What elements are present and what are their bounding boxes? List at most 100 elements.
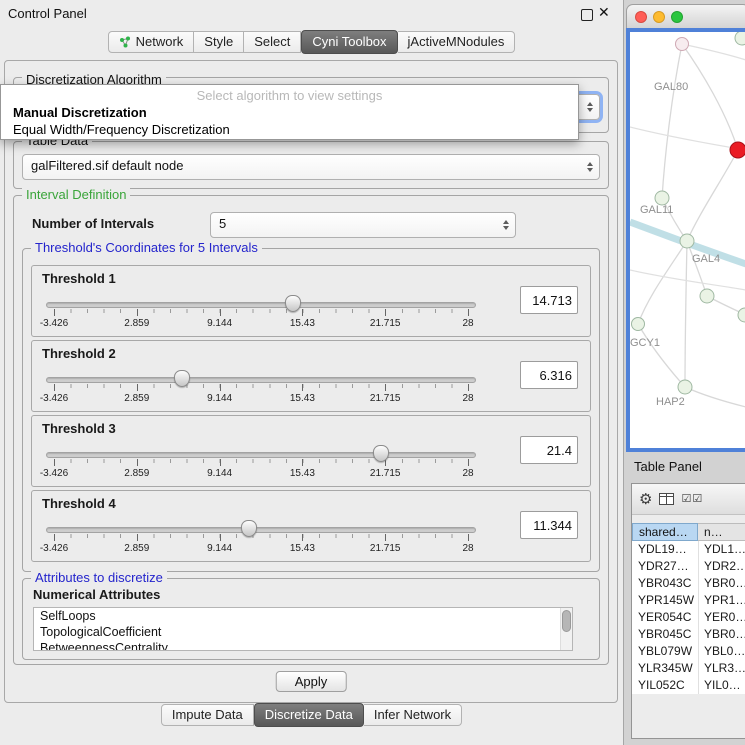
network-node[interactable] xyxy=(655,191,669,205)
columns-icon[interactable] xyxy=(659,493,674,505)
network-node[interactable] xyxy=(632,318,645,331)
table-cell-shared-name: YBR043C xyxy=(632,575,698,592)
stepper-icon[interactable] xyxy=(581,96,598,118)
scale-label: 15.43 xyxy=(290,318,315,329)
node-label: GCY1 xyxy=(630,337,660,349)
scrollbar[interactable] xyxy=(560,608,572,650)
menu-item-manual-discretization[interactable]: Manual Discretization xyxy=(1,104,578,121)
threshold-slider[interactable]: -3.4262.8599.14415.4321.71528 xyxy=(46,519,476,559)
threshold-value-input[interactable] xyxy=(520,436,578,464)
network-edge[interactable] xyxy=(630,270,745,290)
network-node[interactable] xyxy=(678,380,692,394)
network-edge[interactable] xyxy=(687,150,738,241)
scale-label: -3.426 xyxy=(40,318,68,329)
close-traffic-light-icon[interactable] xyxy=(635,11,647,23)
select-columns-icons[interactable]: ☑☑ xyxy=(681,494,703,505)
threshold-slider[interactable]: -3.4262.8599.14415.4321.71528 xyxy=(46,444,476,484)
node-label: GAL80 xyxy=(654,81,688,93)
tab-discretize-data[interactable]: Discretize Data xyxy=(254,703,364,727)
threshold-value-input[interactable] xyxy=(520,511,578,539)
table-cell-name: YBR0… xyxy=(698,626,745,643)
table-row[interactable]: YBR045CYBR0… xyxy=(632,626,745,643)
table-row[interactable]: YBL079WYBL0… xyxy=(632,643,745,660)
table-row[interactable]: YLR345WYLR3… xyxy=(632,660,745,677)
close-icon[interactable]: ✕ xyxy=(598,4,610,21)
slider-scale: -3.4262.8599.14415.4321.71528 xyxy=(54,543,468,555)
network-graph: GAL80 GAL11 GAL4 GCY1 HAP2 xyxy=(630,32,745,448)
network-node[interactable] xyxy=(676,38,689,51)
network-node[interactable] xyxy=(680,234,694,248)
list-item[interactable]: SelfLoops xyxy=(34,608,572,624)
list-item[interactable]: BetweennessCentrality xyxy=(34,640,572,651)
threshold-3-card: Threshold 3 -3.4262.8599.14415.4321.7152… xyxy=(31,415,591,487)
major-tick xyxy=(137,384,138,391)
gear-icon[interactable]: ⚙ xyxy=(639,492,652,507)
table-body: YDL19…YDL1…YDR27…YDR2…YBR043CYBR0…YPR145… xyxy=(632,541,745,694)
number-of-intervals-combobox[interactable]: 5 xyxy=(210,212,516,238)
table-row[interactable]: YIL052CYIL0… xyxy=(632,677,745,694)
network-canvas[interactable]: GAL80 GAL11 GAL4 GCY1 HAP2 xyxy=(626,28,745,452)
table-cell-name: YBR0… xyxy=(698,575,745,592)
threshold-slider[interactable]: -3.4262.8599.14415.4321.71528 xyxy=(46,294,476,334)
network-node[interactable] xyxy=(738,308,745,322)
network-node[interactable] xyxy=(700,289,714,303)
node-label: HAP2 xyxy=(656,396,685,408)
table-data-group: Table Data galFiltered.sif default node xyxy=(13,141,609,189)
minimize-traffic-light-icon[interactable] xyxy=(653,11,665,23)
table-row[interactable]: YER054CYER0… xyxy=(632,609,745,626)
major-tick xyxy=(385,534,386,541)
network-edge[interactable] xyxy=(630,127,745,150)
node-label: GAL11 xyxy=(640,204,673,216)
table-cell-name: YIL0… xyxy=(698,677,745,694)
network-edge[interactable] xyxy=(685,387,745,407)
major-tick xyxy=(54,459,55,466)
scale-label: 9.144 xyxy=(207,318,232,329)
interval-definition-label: Interval Definition xyxy=(22,187,130,203)
table-row[interactable]: YDL19…YDL1… xyxy=(632,541,745,558)
tab-infer-network[interactable]: Infer Network xyxy=(364,704,462,726)
scrollbar-thumb[interactable] xyxy=(562,610,571,632)
apply-button[interactable]: Apply xyxy=(276,671,347,692)
tab-network[interactable]: Network xyxy=(108,31,195,53)
tab-jactivemnodules[interactable]: jActiveMNodules xyxy=(398,31,516,53)
tab-cyni-toolbox[interactable]: Cyni Toolbox xyxy=(301,30,397,54)
network-edge[interactable] xyxy=(638,324,685,387)
network-node-selected[interactable] xyxy=(730,142,745,158)
network-window-titlebar[interactable] xyxy=(626,4,745,28)
network-window: GAL80 GAL11 GAL4 GCY1 HAP2 xyxy=(626,4,745,452)
threshold-value-input[interactable] xyxy=(520,286,578,314)
threshold-value-input[interactable] xyxy=(520,361,578,389)
threshold-slider[interactable]: -3.4262.8599.14415.4321.71528 xyxy=(46,369,476,409)
list-item[interactable]: TopologicalCoefficient xyxy=(34,624,572,640)
network-edge[interactable] xyxy=(662,44,682,198)
float-window-icon[interactable] xyxy=(581,9,593,21)
table-cell-shared-name: YIL052C xyxy=(632,677,698,694)
table-data-combobox-value: galFiltered.sif default node xyxy=(31,158,183,173)
network-edge[interactable] xyxy=(638,241,687,324)
tab-select[interactable]: Select xyxy=(244,31,301,53)
scale-label: 21.715 xyxy=(370,318,401,329)
scale-label: -3.426 xyxy=(40,468,68,479)
tab-impute-data[interactable]: Impute Data xyxy=(161,704,254,726)
tab-label: Select xyxy=(254,32,290,52)
network-edge[interactable] xyxy=(682,44,738,150)
table-data-combobox[interactable]: galFiltered.sif default node xyxy=(22,154,600,180)
stepper-icon[interactable] xyxy=(497,214,514,236)
network-node[interactable] xyxy=(735,32,745,45)
table-row[interactable]: YPR145WYPR1… xyxy=(632,592,745,609)
table-cell-name: YLR3… xyxy=(698,660,745,677)
tab-style[interactable]: Style xyxy=(194,31,244,53)
column-header-shared-name[interactable]: shared… xyxy=(632,523,698,541)
table-cell-shared-name: YDL19… xyxy=(632,541,698,558)
stepper-icon[interactable] xyxy=(581,156,598,178)
table-row[interactable]: YDR27…YDR2… xyxy=(632,558,745,575)
table-gap xyxy=(632,515,745,523)
column-header-name[interactable]: n… xyxy=(698,523,745,541)
table-row[interactable]: YBR043CYBR0… xyxy=(632,575,745,592)
network-edge[interactable] xyxy=(685,241,687,387)
major-tick xyxy=(137,534,138,541)
zoom-traffic-light-icon[interactable] xyxy=(671,11,683,23)
major-tick xyxy=(468,309,469,316)
threshold-2-card: Threshold 2 -3.4262.8599.14415.4321.7152… xyxy=(31,340,591,412)
menu-item-equal-width-frequency[interactable]: Equal Width/Frequency Discretization xyxy=(1,121,578,138)
